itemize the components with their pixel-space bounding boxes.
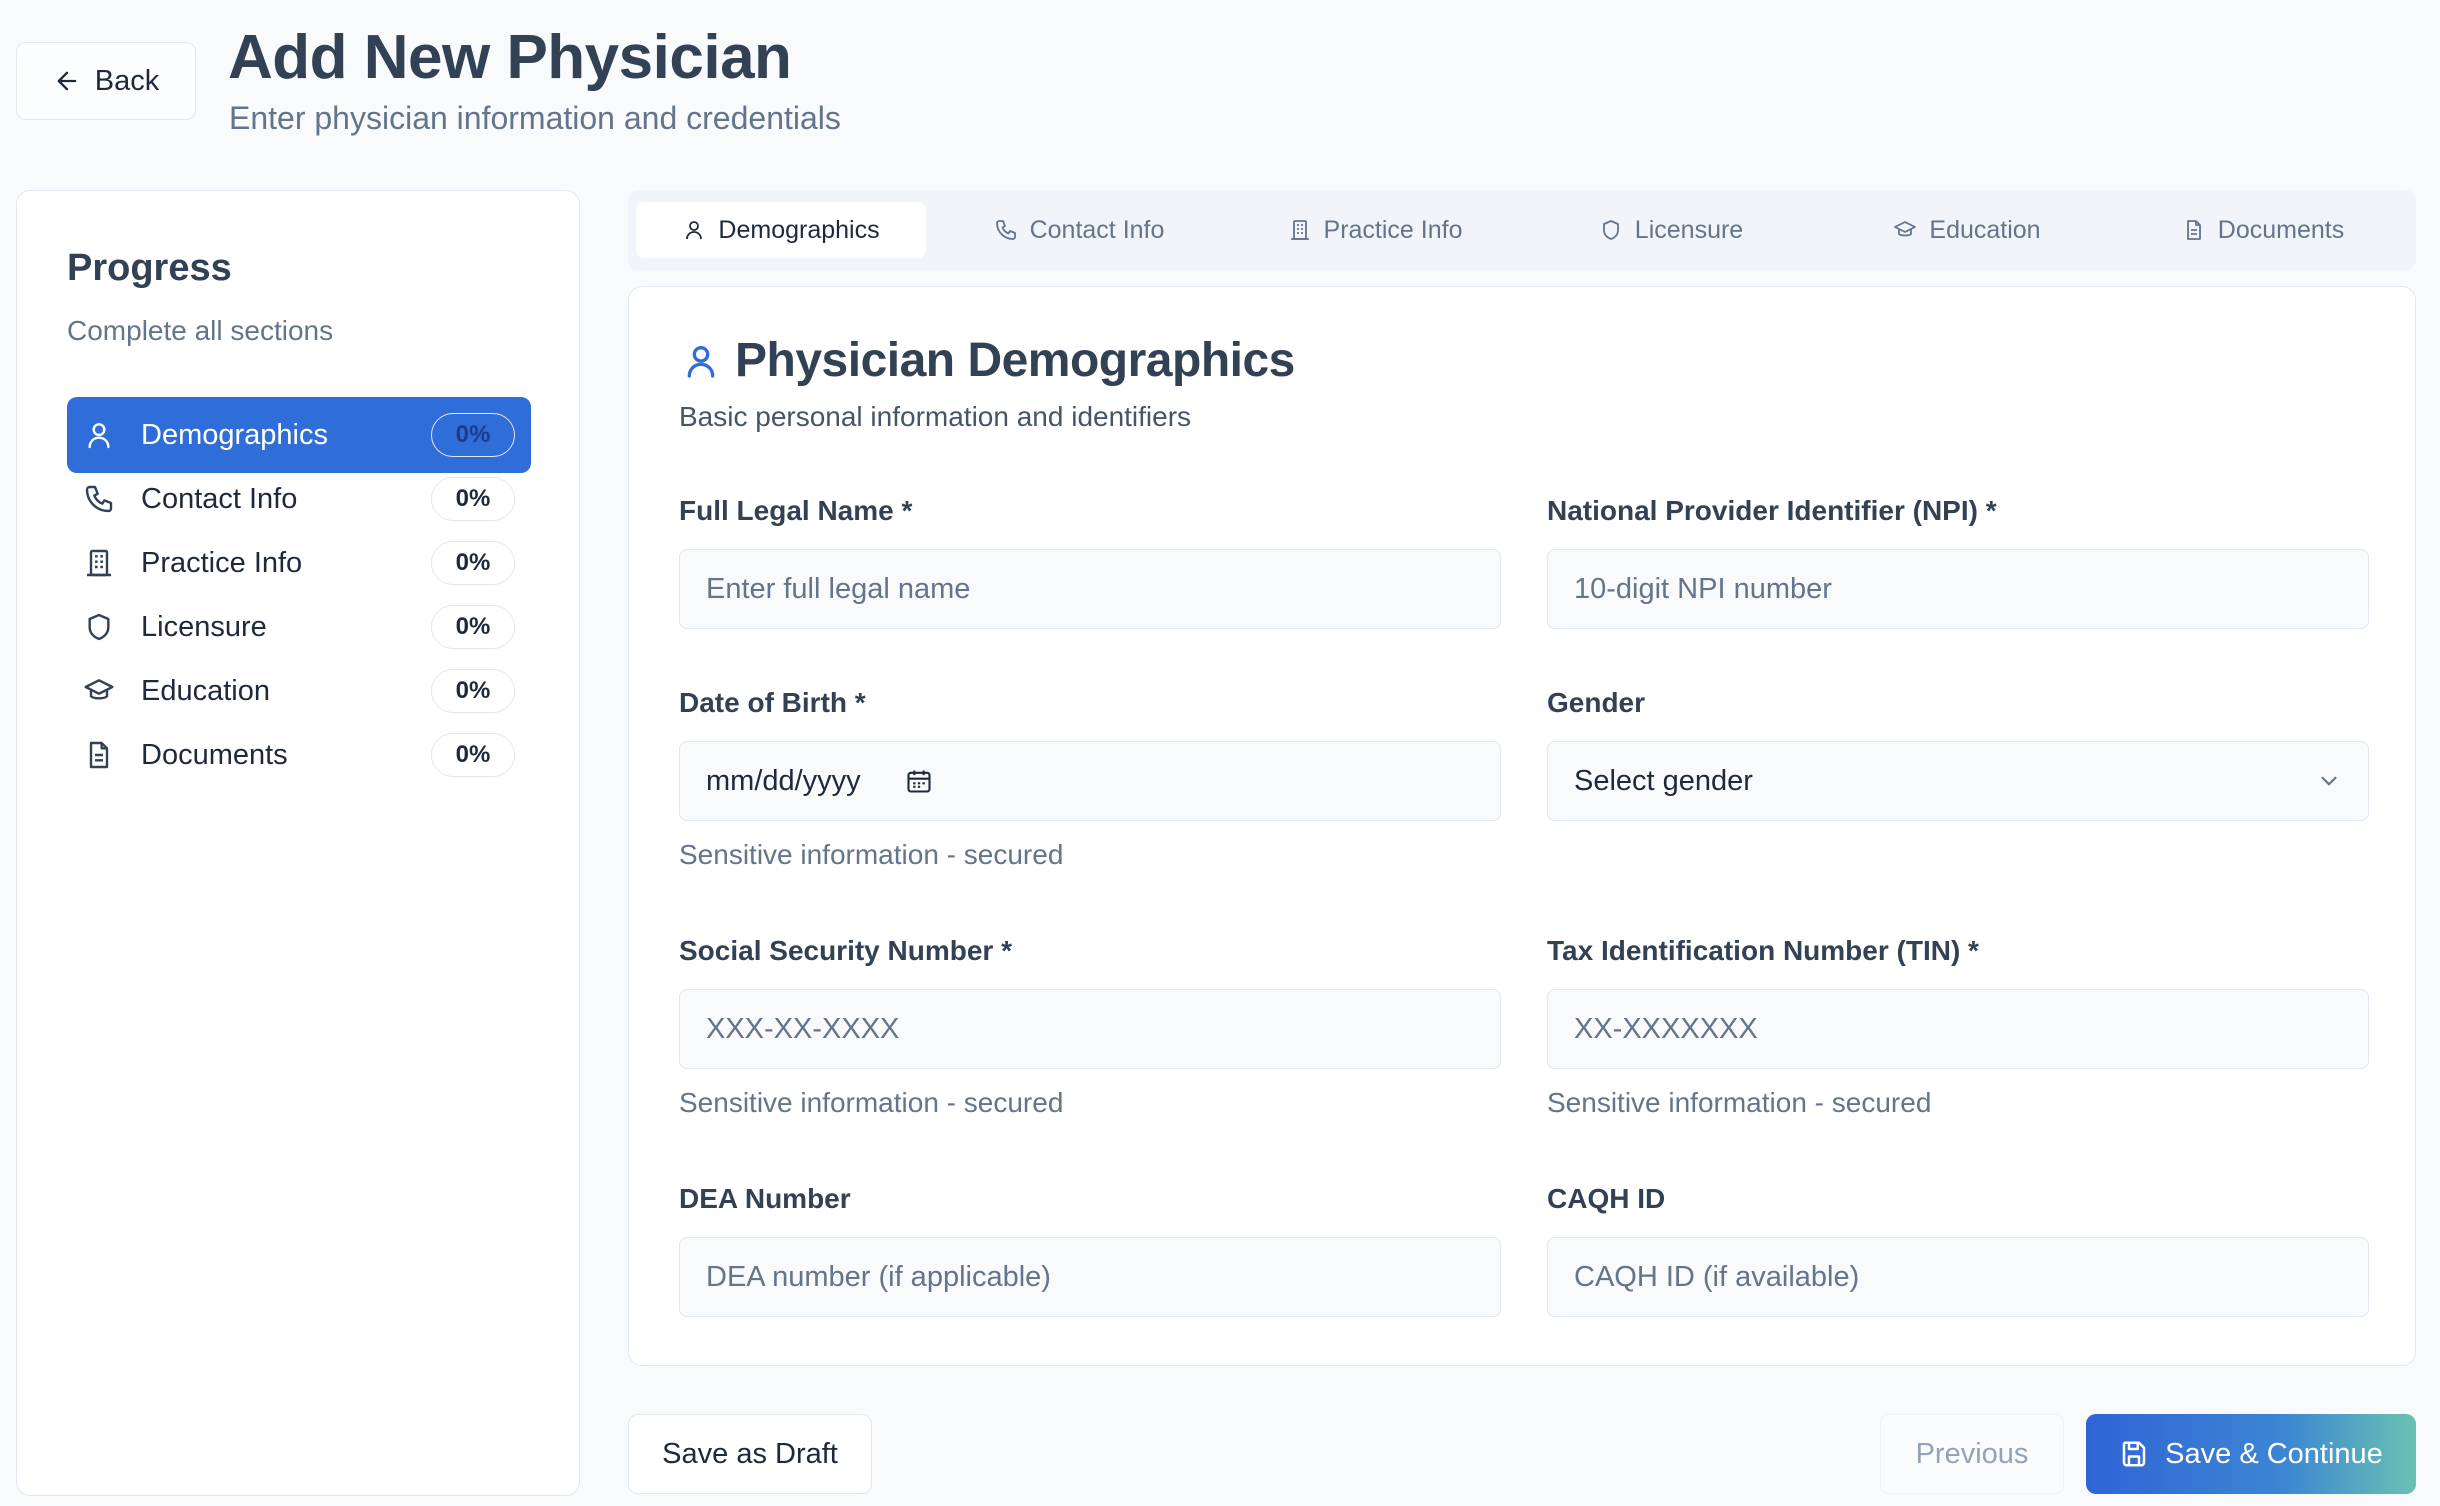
- tab-label: Documents: [2217, 215, 2345, 244]
- building-icon: [1290, 220, 1309, 240]
- back-button[interactable]: Back: [16, 42, 196, 120]
- tin-hint: Sensitive information - secured: [1547, 1087, 1932, 1118]
- caqh-label: CAQH ID: [1547, 1183, 1666, 1214]
- dea-input[interactable]: DEA number (if applicable): [679, 1237, 1501, 1317]
- progress-sidebar: Progress Complete all sections Demograph…: [16, 190, 580, 1496]
- building-icon: [81, 545, 117, 581]
- tab-contact-info[interactable]: Contact Info: [934, 202, 1224, 258]
- save-continue-label: Save & Continue: [2165, 1437, 2383, 1470]
- dob-input[interactable]: mm/dd/yyyy: [679, 741, 1501, 821]
- progress-badge: 0%: [431, 733, 515, 777]
- ssn-label: Social Security Number *: [679, 935, 1013, 966]
- caqh-placeholder: CAQH ID (if available): [1574, 1260, 1860, 1293]
- ssn-hint: Sensitive information - secured: [679, 1087, 1064, 1118]
- sidebar-item-label: Education: [141, 674, 270, 707]
- npi-label: National Provider Identifier (NPI) *: [1547, 495, 1997, 526]
- tin-placeholder: XX-XXXXXXX: [1574, 1012, 1758, 1045]
- card-title: Physician Demographics: [735, 334, 1295, 387]
- dea-label: DEA Number: [679, 1183, 851, 1214]
- progress-badge: 0%: [431, 477, 515, 521]
- user-icon: [686, 221, 703, 240]
- progress-badge: 0%: [431, 541, 515, 585]
- dea-placeholder: DEA number (if applicable): [706, 1260, 1051, 1293]
- back-label: Back: [94, 64, 160, 97]
- shield-icon: [1602, 220, 1619, 240]
- dob-placeholder: mm/dd/yyyy: [706, 764, 861, 797]
- gender-value: Select gender: [1574, 764, 1753, 797]
- demographics-card: Physician Demographics Basic personal in…: [628, 286, 2416, 1366]
- arrow-left-icon: [57, 71, 77, 91]
- tab-documents[interactable]: Documents: [2118, 202, 2408, 258]
- user-icon: [81, 417, 117, 453]
- tab-label: Contact Info: [1029, 215, 1165, 244]
- sidebar-item-label: Practice Info: [141, 546, 303, 579]
- dob-label: Date of Birth *: [679, 687, 866, 718]
- phone-icon: [995, 220, 1016, 240]
- tin-input[interactable]: XX-XXXXXXX: [1547, 989, 2369, 1069]
- dob-hint: Sensitive information - secured: [679, 839, 1064, 870]
- tin-label: Tax Identification Number (TIN) *: [1547, 935, 1979, 966]
- document-icon: [81, 737, 117, 773]
- caqh-input[interactable]: CAQH ID (if available): [1547, 1237, 2369, 1317]
- tab-label: Licensure: [1634, 215, 1744, 244]
- ssn-placeholder: XXX-XX-XXXX: [706, 1012, 900, 1045]
- progress-badge: 0%: [431, 413, 515, 457]
- progress-badge: 0%: [431, 605, 515, 649]
- chevron-down-icon: [2321, 776, 2337, 786]
- sidebar-item-documents[interactable]: Documents 0%: [67, 717, 531, 793]
- tab-label: Demographics: [718, 215, 880, 244]
- tab-education[interactable]: Education: [1822, 202, 2112, 258]
- sidebar-item-label: Contact Info: [141, 482, 298, 515]
- previous-button[interactable]: Previous: [1880, 1414, 2064, 1494]
- sidebar-item-label: Demographics: [141, 418, 328, 451]
- tab-licensure[interactable]: Licensure: [1526, 202, 1816, 258]
- page-subtitle: Enter physician information and credenti…: [229, 100, 841, 136]
- gender-label: Gender: [1547, 687, 1646, 718]
- save-icon: [2122, 1441, 2146, 1467]
- save-draft-button[interactable]: Save as Draft: [628, 1414, 872, 1494]
- full-name-label: Full Legal Name *: [679, 495, 913, 526]
- tab-label: Education: [1929, 215, 2041, 244]
- gender-select[interactable]: Select gender: [1547, 741, 2369, 821]
- tab-label: Practice Info: [1323, 215, 1463, 244]
- tab-practice-info[interactable]: Practice Info: [1230, 202, 1520, 258]
- graduation-cap-icon: [1894, 221, 1917, 237]
- save-continue-button[interactable]: Save & Continue: [2086, 1414, 2416, 1494]
- graduation-cap-icon: [81, 673, 117, 709]
- sidebar-item-label: Documents: [141, 738, 288, 771]
- tab-demographics[interactable]: Demographics: [636, 202, 926, 258]
- full-name-placeholder: Enter full legal name: [706, 572, 971, 605]
- npi-placeholder: 10-digit NPI number: [1574, 572, 1832, 605]
- sidebar-title: Progress: [67, 247, 232, 289]
- document-icon: [2186, 220, 2201, 240]
- sidebar-subtitle: Complete all sections: [67, 315, 334, 346]
- card-subtitle: Basic personal information and identifie…: [679, 401, 1192, 432]
- sidebar-item-label: Licensure: [141, 610, 267, 643]
- npi-input[interactable]: 10-digit NPI number: [1547, 549, 2369, 629]
- page-title: Add New Physician: [228, 23, 792, 92]
- shield-icon: [81, 609, 117, 645]
- phone-icon: [81, 481, 117, 517]
- calendar-icon[interactable]: [905, 767, 933, 795]
- full-name-input[interactable]: Enter full legal name: [679, 549, 1501, 629]
- ssn-input[interactable]: XXX-XX-XXXX: [679, 989, 1501, 1069]
- section-tabs: Demographics Contact Info Practice Info …: [628, 190, 2416, 270]
- progress-badge: 0%: [431, 669, 515, 713]
- user-icon: [687, 346, 715, 378]
